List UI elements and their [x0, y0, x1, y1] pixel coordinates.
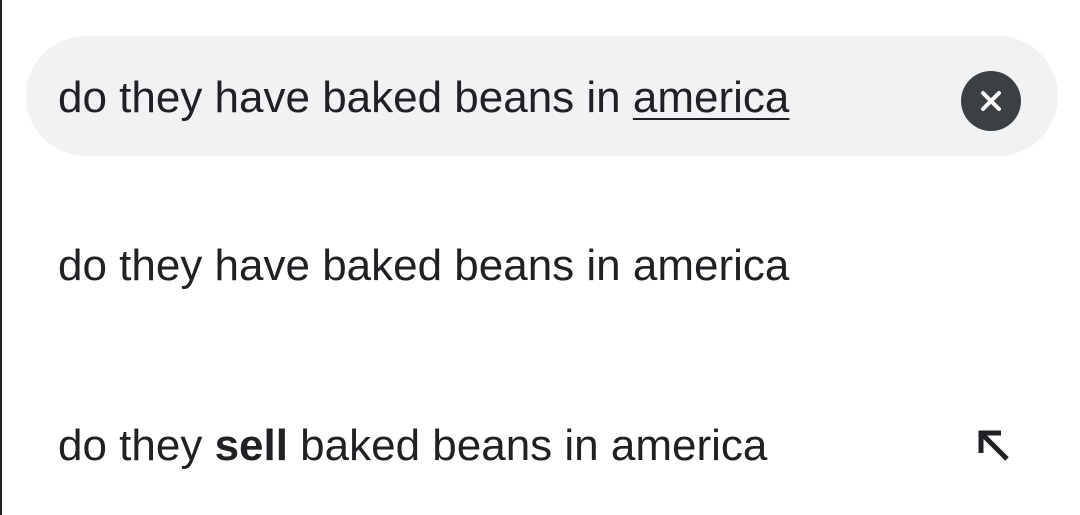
search-bar[interactable]: do they have baked beans in america [26, 36, 1058, 156]
search-query-composing-word: america [632, 73, 790, 122]
suggestion-text-part: do they have baked beans in america [58, 241, 790, 290]
suggestion-text-highlight: sell [214, 421, 288, 470]
suggestion-text-part: baked beans in america [287, 421, 768, 470]
suggestion-text: do they have baked beans in america [58, 240, 789, 292]
suggestion-item[interactable]: do they sell baked beans in america [0, 386, 1080, 506]
suggestion-item[interactable]: do they have baked beans in america [0, 206, 1080, 326]
fill-query-button[interactable] [968, 420, 1020, 472]
clear-search-button[interactable] [961, 71, 1021, 131]
search-suggestions-screen: do they have baked beans in america do t… [0, 0, 1080, 515]
search-input[interactable]: do they have baked beans in america [58, 72, 789, 124]
suggestion-text: do they sell baked beans in america [58, 420, 767, 472]
search-query-text: do they have baked beans in [58, 73, 633, 122]
suggestion-text-part: do they [58, 421, 215, 470]
arrow-up-left-icon [978, 430, 1009, 461]
close-icon [981, 91, 1001, 111]
